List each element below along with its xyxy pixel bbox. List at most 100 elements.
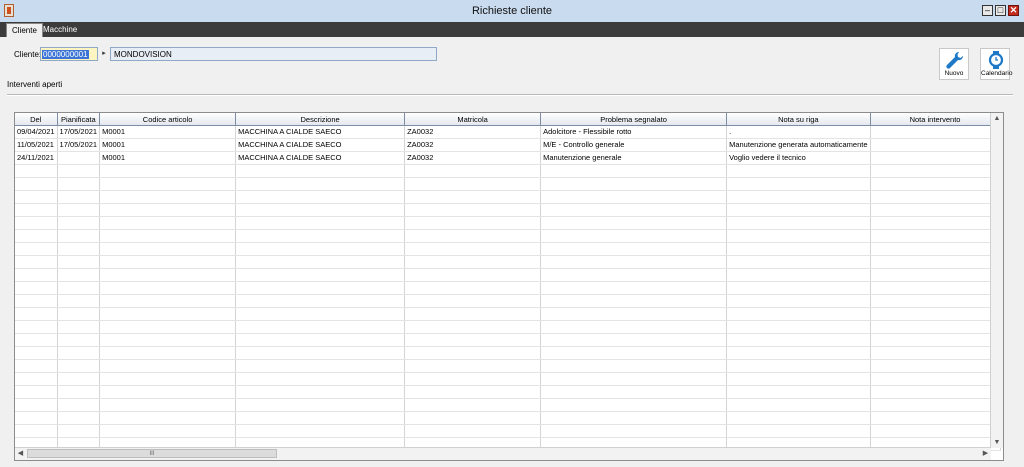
table-cell[interactable] [57,268,101,282]
table-cell[interactable] [540,346,728,360]
table-cell[interactable] [57,346,101,360]
table-cell[interactable] [726,333,871,347]
table-cell[interactable] [726,372,871,386]
table-cell[interactable] [235,164,406,178]
table-cell[interactable] [870,398,1001,412]
table-cell[interactable] [726,203,871,217]
table-cell[interactable] [99,320,237,334]
table-cell[interactable]: M0001 [99,138,237,152]
table-cell[interactable] [235,307,406,321]
table-cell[interactable] [99,255,237,269]
table-cell[interactable] [540,424,728,438]
table-cell[interactable] [870,255,1001,269]
table-cell[interactable] [726,164,871,178]
table-cell[interactable] [870,203,1001,217]
table-cell[interactable] [235,255,406,269]
table-cell[interactable] [99,242,237,256]
table-cell[interactable] [99,372,237,386]
table-cell[interactable] [726,281,871,295]
table-row[interactable] [15,268,1001,282]
table-cell[interactable] [726,294,871,308]
table-cell[interactable] [99,359,237,373]
table-cell[interactable] [235,424,406,438]
table-cell[interactable] [57,255,101,269]
table-cell[interactable] [57,307,101,321]
table-cell[interactable] [15,294,58,308]
table-cell[interactable] [57,398,101,412]
table-cell[interactable] [404,359,542,373]
table-cell[interactable] [870,281,1001,295]
table-cell[interactable] [870,320,1001,334]
table-cell[interactable] [57,151,101,165]
table-cell[interactable] [15,307,58,321]
table-cell[interactable]: 17/05/2021 [57,138,101,152]
table-cell[interactable] [235,398,406,412]
table-cell[interactable] [870,164,1001,178]
table-cell[interactable] [726,216,871,230]
table-row[interactable] [15,203,1001,217]
table-cell[interactable] [870,411,1001,425]
table-cell[interactable] [540,294,728,308]
table-cell[interactable] [15,320,58,334]
table-cell[interactable] [235,216,406,230]
table-cell[interactable] [235,268,406,282]
table-cell[interactable] [540,177,728,191]
table-cell[interactable] [57,177,101,191]
client-code-field[interactable]: 0000000001 [40,47,98,61]
table-cell[interactable] [235,372,406,386]
table-cell[interactable] [99,216,237,230]
table-cell[interactable] [540,255,728,269]
table-row[interactable] [15,320,1001,334]
table-cell[interactable] [57,411,101,425]
table-cell[interactable] [57,164,101,178]
table-cell[interactable] [235,242,406,256]
column-header[interactable]: Matricola [404,113,542,126]
table-cell[interactable] [57,294,101,308]
table-cell[interactable]: ZA0032 [404,125,542,139]
table-cell[interactable] [15,203,58,217]
table-cell[interactable] [99,229,237,243]
table-cell[interactable] [57,281,101,295]
column-header[interactable]: Del [15,113,58,126]
table-cell[interactable] [540,398,728,412]
table-cell[interactable]: MACCHINA A CIALDE SAECO [235,151,406,165]
table-cell[interactable]: MACCHINA A CIALDE SAECO [235,125,406,139]
table-cell[interactable] [235,177,406,191]
table-cell[interactable]: . [726,125,871,139]
horizontal-scroll-thumb[interactable]: III [27,449,277,458]
table-row[interactable] [15,385,1001,399]
table-cell[interactable] [235,294,406,308]
table-cell[interactable] [99,398,237,412]
scroll-down-icon[interactable]: ▼ [991,437,1003,448]
table-cell[interactable] [404,190,542,204]
table-cell[interactable] [870,385,1001,399]
table-cell[interactable] [235,385,406,399]
table-cell[interactable] [870,294,1001,308]
table-cell[interactable] [57,190,101,204]
table-cell[interactable] [99,307,237,321]
new-button[interactable]: Nuovo [939,48,969,80]
table-cell[interactable] [235,320,406,334]
close-button[interactable]: ✕ [1008,5,1019,16]
table-cell[interactable] [15,398,58,412]
table-cell[interactable] [404,177,542,191]
table-cell[interactable] [540,372,728,386]
table-cell[interactable] [540,242,728,256]
table-cell[interactable] [99,424,237,438]
table-cell[interactable] [99,346,237,360]
table-cell[interactable]: Voglio vedere il tecnico [726,151,871,165]
table-cell[interactable] [15,242,58,256]
table-cell[interactable] [404,294,542,308]
table-cell[interactable] [726,268,871,282]
table-cell[interactable] [726,411,871,425]
table-cell[interactable]: ZA0032 [404,151,542,165]
column-header[interactable]: Problema segnalato [540,113,728,126]
table-cell[interactable] [404,229,542,243]
table-cell[interactable] [99,164,237,178]
table-cell[interactable] [726,398,871,412]
table-cell[interactable] [15,190,58,204]
table-cell[interactable] [870,138,1001,152]
table-cell[interactable] [15,268,58,282]
table-cell[interactable] [726,346,871,360]
table-cell[interactable] [15,333,58,347]
